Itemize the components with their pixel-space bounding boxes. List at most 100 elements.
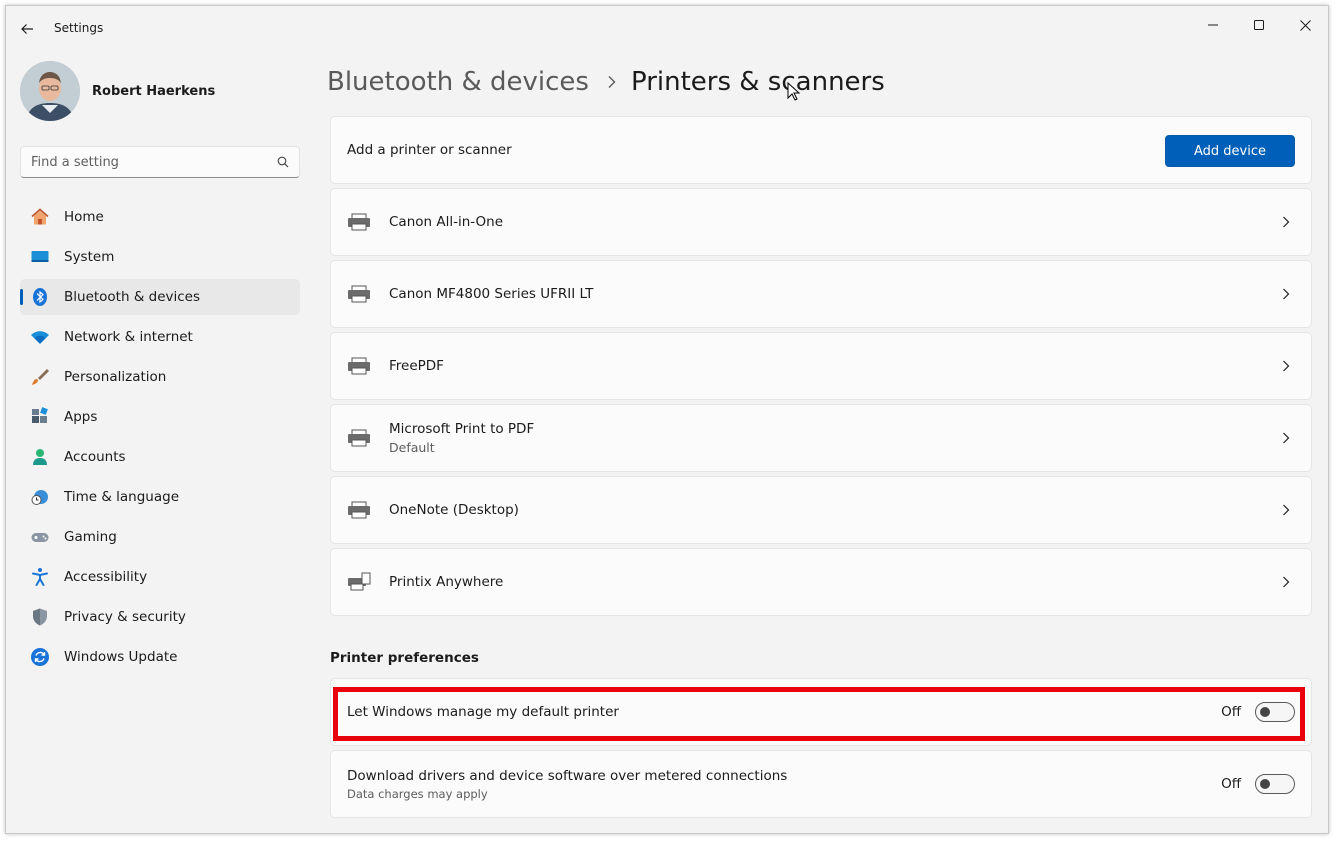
printer-name: Canon MF4800 Series UFRII LT (389, 286, 594, 302)
add-printer-card: Add a printer or scanner Add device (330, 116, 1312, 184)
printer-network-icon (347, 572, 371, 592)
toggle-knob (1260, 779, 1270, 789)
back-arrow-icon (21, 24, 33, 34)
setting-label: Download drivers and device software ove… (347, 767, 788, 784)
toggle-state-label: Off (1221, 704, 1241, 720)
close-icon (1299, 19, 1311, 31)
chevron-right-icon (1283, 576, 1290, 588)
breadcrumb: Bluetooth & devices Printers & scanners (327, 62, 885, 102)
sidebar-item-label: Network & internet (64, 329, 193, 345)
maximize-icon (1254, 20, 1264, 30)
sidebar-item-system[interactable]: System (20, 239, 300, 275)
printer-icon (347, 212, 371, 232)
breadcrumb-parent-link[interactable]: Bluetooth & devices (327, 67, 589, 97)
globe-clock-icon (30, 487, 50, 507)
sidebar-item-time-language[interactable]: Time & language (20, 479, 300, 515)
printer-icon (347, 356, 371, 376)
settings-window: Settings Robert Haerkens Find a setting … (5, 5, 1329, 834)
user-profile[interactable]: Robert Haerkens (20, 60, 215, 122)
profile-name: Robert Haerkens (92, 83, 216, 99)
bluetooth-icon (30, 287, 50, 307)
sidebar-item-label: System (64, 249, 115, 265)
minimize-button[interactable] (1190, 10, 1236, 40)
toggle-group: Off (1221, 774, 1295, 794)
sidebar-item-label: Personalization (64, 369, 167, 385)
chevron-right-icon (1283, 360, 1290, 372)
back-button[interactable] (16, 18, 38, 40)
shield-icon (30, 607, 50, 627)
metered-download-toggle[interactable] (1255, 774, 1295, 794)
toggle-group: Off (1221, 702, 1295, 722)
sidebar-item-label: Windows Update (64, 649, 178, 665)
default-printer-label: Default (389, 440, 435, 455)
avatar (20, 61, 80, 121)
chevron-right-icon (1283, 504, 1290, 516)
sidebar-nav: Home System Bluetooth & devices Network … (20, 199, 300, 679)
sidebar-item-gaming[interactable]: Gaming (20, 519, 300, 555)
chevron-right-icon (607, 75, 617, 89)
app-title: Settings (54, 21, 104, 35)
metered-download-row: Download drivers and device software ove… (330, 750, 1312, 818)
sidebar-item-personalization[interactable]: Personalization (20, 359, 300, 395)
toggle-knob (1260, 707, 1270, 717)
gamepad-icon (30, 527, 50, 547)
printer-name: Canon All-in-One (389, 214, 504, 230)
printer-item[interactable]: Canon MF4800 Series UFRII LT (330, 260, 1312, 328)
printer-name: Microsoft Print to PDF (389, 421, 535, 437)
add-device-button[interactable]: Add device (1165, 135, 1295, 167)
person-icon (30, 447, 50, 467)
brush-icon (30, 367, 50, 387)
printer-name: Printix Anywhere (389, 574, 504, 590)
section-title: Printer preferences (330, 650, 479, 666)
setting-description: Data charges may apply (347, 786, 488, 801)
setting-label: Let Windows manage my default printer (347, 704, 619, 720)
chevron-right-icon (1283, 288, 1290, 300)
sidebar-item-home[interactable]: Home (20, 199, 300, 235)
sidebar-item-windows-update[interactable]: Windows Update (20, 639, 300, 675)
home-icon (30, 207, 50, 227)
printer-name: FreePDF (389, 358, 444, 374)
sidebar-item-apps[interactable]: Apps (20, 399, 300, 435)
sidebar-item-network[interactable]: Network & internet (20, 319, 300, 355)
close-button[interactable] (1282, 10, 1328, 40)
add-printer-label: Add a printer or scanner (347, 142, 512, 158)
search-input[interactable] (31, 154, 277, 170)
printer-name: OneNote (Desktop) (389, 502, 519, 518)
page-title: Printers & scanners (630, 67, 885, 97)
printer-item[interactable]: Canon All-in-One (330, 188, 1312, 256)
sidebar-item-label: Apps (64, 409, 98, 425)
sidebar-item-bluetooth-devices[interactable]: Bluetooth & devices (20, 279, 300, 315)
sidebar-item-label: Accessibility (64, 569, 148, 585)
wifi-icon (30, 327, 50, 347)
printer-icon (347, 428, 371, 448)
title-bar: Settings (6, 6, 1328, 50)
monitor-icon (30, 247, 50, 267)
search-box[interactable] (20, 146, 300, 178)
printer-item[interactable]: Printix Anywhere (330, 548, 1312, 616)
manage-default-printer-row: Let Windows manage my default printer Of… (330, 678, 1312, 746)
sidebar-item-label: Privacy & security (64, 609, 186, 625)
search-icon (277, 156, 289, 168)
sidebar-item-label: Time & language (64, 489, 180, 505)
printer-item[interactable]: OneNote (Desktop) (330, 476, 1312, 544)
sidebar-item-accessibility[interactable]: Accessibility (20, 559, 300, 595)
manage-default-printer-toggle[interactable] (1255, 702, 1295, 722)
printer-icon (347, 500, 371, 520)
apps-icon (30, 407, 50, 427)
printer-item[interactable]: FreePDF (330, 332, 1312, 400)
sidebar-item-label: Bluetooth & devices (64, 289, 201, 305)
chevron-right-icon (1283, 432, 1290, 444)
printer-item[interactable]: Microsoft Print to PDF Default (330, 404, 1312, 472)
update-icon (30, 647, 50, 667)
sidebar-item-label: Accounts (64, 449, 126, 465)
minimize-icon (1208, 24, 1218, 26)
sidebar-item-privacy-security[interactable]: Privacy & security (20, 599, 300, 635)
toggle-state-label: Off (1221, 776, 1241, 792)
printer-icon (347, 284, 371, 304)
sidebar-item-label: Gaming (64, 529, 117, 545)
sidebar-item-accounts[interactable]: Accounts (20, 439, 300, 475)
mouse-cursor-icon (787, 82, 801, 101)
sidebar-item-label: Home (64, 209, 104, 225)
maximize-button[interactable] (1236, 10, 1282, 40)
chevron-right-icon (1283, 216, 1290, 228)
